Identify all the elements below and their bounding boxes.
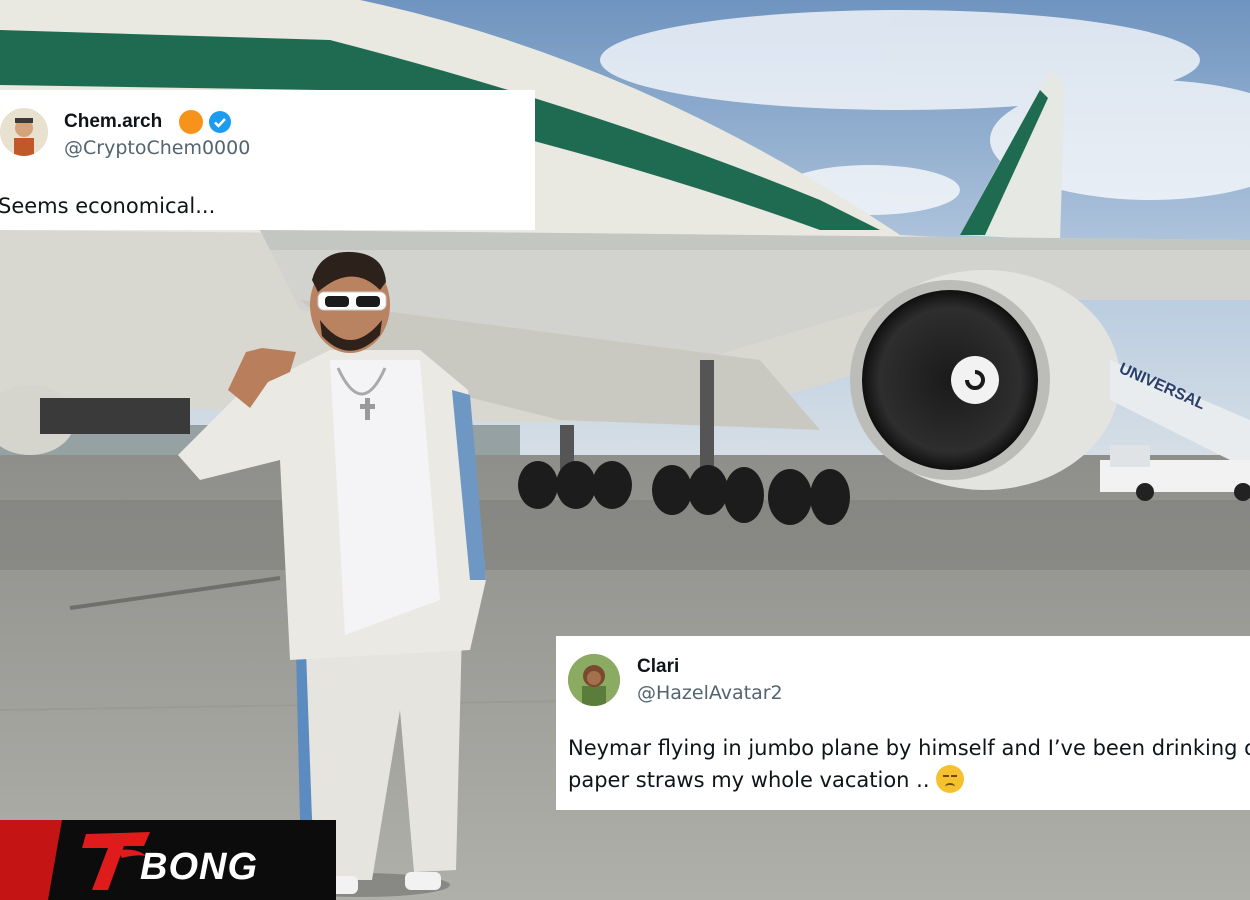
- plane-engine-intake: [862, 290, 1038, 470]
- tweet-card-clari: Clari @HazelAvatar2 Neymar flying in jum…: [556, 636, 1250, 810]
- tweet-author-handle[interactable]: @CryptoChem0000: [64, 137, 250, 159]
- tweet-text-line: Neymar flying in jumbo plane by himself …: [568, 736, 1250, 760]
- brand-logo-band: BONG: [0, 820, 336, 900]
- tweet-card-chem-arch: Chem.arch @CryptoChem0000 Seems economic…: [0, 90, 535, 230]
- avatar: [568, 654, 620, 706]
- tweet-author-name[interactable]: Chem.arch: [64, 111, 162, 133]
- tweet-text: Neymar flying in jumbo plane by himself …: [568, 732, 1250, 796]
- avatar: [0, 108, 48, 156]
- orange-circle-icon: [179, 110, 203, 134]
- unamused-face-emoji: [935, 765, 964, 793]
- logo-text: BONG: [140, 846, 258, 888]
- tarmac-shadow: [0, 500, 1250, 570]
- tweet-text-line: paper straws my whole vacation ..: [568, 768, 930, 792]
- tweet-text-line: Seems economical...: [0, 194, 216, 218]
- plane-engine-spinner: [951, 356, 999, 404]
- verified-check-icon: [209, 111, 231, 133]
- tweet-author-name[interactable]: Clari: [637, 656, 679, 678]
- tweet-author-handle[interactable]: @HazelAvatar2: [637, 682, 783, 704]
